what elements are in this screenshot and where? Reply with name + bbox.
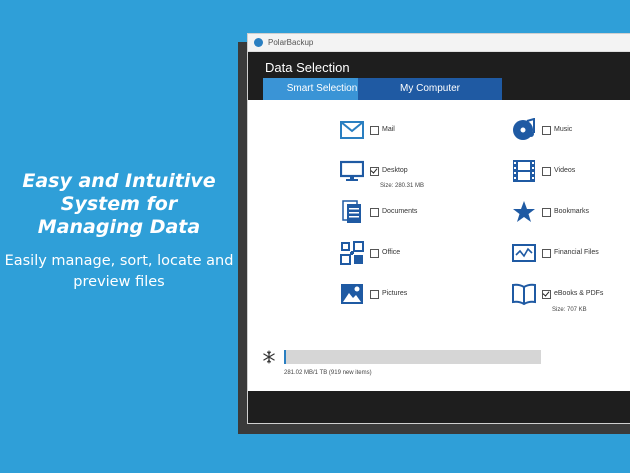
category-office[interactable]: Office	[340, 241, 400, 265]
checkbox[interactable]	[542, 126, 551, 135]
section-title: Data Selection	[265, 60, 350, 75]
video-icon	[513, 160, 535, 182]
category-label: Pictures	[382, 290, 408, 297]
checkbox[interactable]	[542, 167, 551, 176]
category-financial-files[interactable]: Financial Files	[512, 241, 599, 265]
promo-title: Easy and Intuitive System for Managing D…	[22, 170, 216, 238]
desktop-size: Size: 280.31 MB	[380, 183, 425, 189]
checkbox[interactable]	[370, 208, 379, 217]
category-label: Documents	[382, 208, 418, 215]
star-icon	[513, 201, 535, 222]
documents-icon	[342, 200, 361, 223]
music-icon	[513, 118, 535, 140]
category-grid: Mail Music Desktop Size: 280.31 MB Video…	[248, 100, 630, 376]
category-label: Office	[382, 249, 401, 256]
category-ebooks-pdfs[interactable]: eBooks & PDFs	[512, 282, 603, 306]
tab-my-computer[interactable]: My Computer	[358, 78, 502, 100]
checkbox[interactable]	[370, 167, 379, 176]
category-documents[interactable]: Documents	[340, 200, 417, 224]
title-bar: PolarBackup	[248, 34, 630, 52]
app-logo-icon	[254, 38, 263, 47]
category-label: Desktop	[382, 167, 408, 174]
checkbox[interactable]	[370, 126, 379, 135]
storage-progress-bar	[284, 350, 541, 364]
category-videos[interactable]: Videos	[512, 159, 575, 183]
category-label: Financial Files	[554, 249, 599, 256]
picture-icon	[341, 284, 363, 304]
category-bookmarks[interactable]: Bookmarks	[512, 200, 589, 224]
category-desktop[interactable]: Desktop	[340, 159, 408, 183]
footer-bar	[248, 391, 630, 423]
promo-panel: Easy and Intuitive System for Managing D…	[0, 170, 238, 293]
desktop-icon	[340, 160, 364, 181]
storage-progress-fill	[284, 350, 286, 364]
checkbox[interactable]	[370, 249, 379, 258]
category-label: Mail	[382, 126, 395, 133]
office-icon	[340, 241, 364, 265]
mail-icon	[340, 121, 364, 139]
category-label: Music	[554, 126, 573, 133]
window-title: PolarBackup	[268, 38, 314, 47]
promo-subtitle: Easily manage, sort, locate and preview …	[4, 253, 234, 290]
category-label: Bookmarks	[554, 208, 590, 215]
ebooks-size: Size: 707 KB	[552, 307, 587, 313]
checkbox[interactable]	[542, 290, 551, 299]
category-pictures[interactable]: Pictures	[340, 282, 407, 306]
app-window: PolarBackup Data Selection Smart Selecti…	[247, 33, 630, 424]
header: Data Selection Smart Selection My Comput…	[248, 52, 630, 100]
category-label: Videos	[554, 167, 576, 174]
checkbox[interactable]	[542, 208, 551, 217]
storage-usage-text: 281.02 MB/1 TB (919 new items)	[284, 370, 372, 376]
chart-icon	[512, 244, 536, 262]
category-music[interactable]: Music	[512, 118, 572, 142]
checkbox[interactable]	[542, 249, 551, 258]
checkbox[interactable]	[370, 290, 379, 299]
snowflake-icon	[263, 350, 275, 364]
category-label: eBooks & PDFs	[554, 290, 604, 297]
book-icon	[512, 283, 536, 306]
category-mail[interactable]: Mail	[340, 118, 395, 142]
